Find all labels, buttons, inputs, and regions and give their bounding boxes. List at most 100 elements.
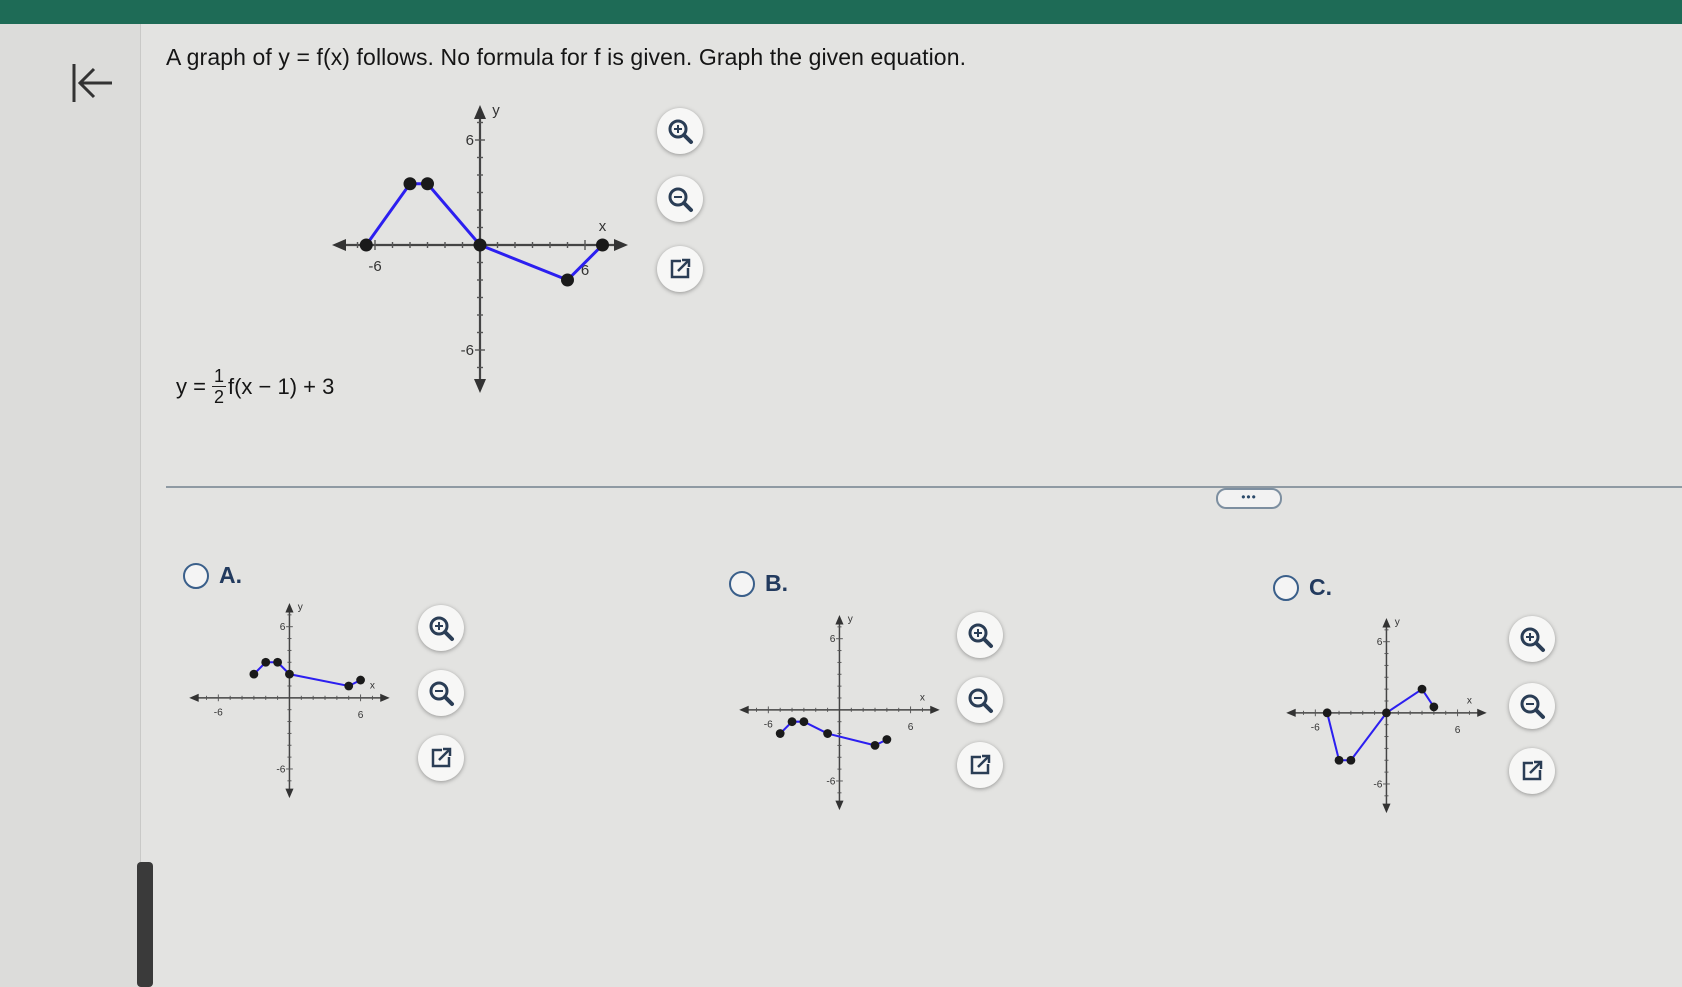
more-dots: ••• — [1241, 489, 1257, 504]
option-b[interactable]: B. — [729, 570, 788, 597]
graph-point — [473, 238, 487, 252]
open-external-icon — [670, 258, 691, 279]
graph-point — [403, 177, 417, 191]
graph-point — [261, 657, 271, 667]
option-c-radio[interactable] — [1273, 574, 1299, 601]
graph-point — [596, 238, 609, 252]
x-axis-arrow-left — [1286, 708, 1296, 717]
zoom-in-icon — [968, 623, 993, 648]
fraction-numerator: 1 — [211, 366, 226, 387]
graph-point — [870, 741, 880, 750]
graph-point — [249, 669, 259, 679]
zoom-out-icon — [1520, 694, 1545, 719]
graph-point — [823, 729, 832, 738]
option-c-graph: -6 6 6 -6 x y — [1286, 617, 1487, 814]
option-b-open-external-button[interactable] — [957, 742, 1003, 788]
y-tick-label-pos: 6 — [830, 634, 836, 645]
option-c[interactable]: C. — [1273, 574, 1332, 601]
back-to-start-icon[interactable] — [66, 58, 116, 108]
graph-curve — [1326, 687, 1435, 762]
x-tick-label-neg: -6 — [764, 719, 773, 730]
y-axis-arrow-up — [835, 615, 844, 625]
option-a-open-external-button[interactable] — [418, 735, 464, 781]
graph-point — [1346, 755, 1356, 765]
zoom-out-icon — [968, 688, 993, 713]
top-bar — [0, 0, 1682, 24]
x-axis-arrow-left — [332, 239, 346, 251]
graph-point — [1382, 708, 1391, 718]
option-a-zoom-in-button[interactable] — [418, 605, 464, 651]
option-c-zoom-out-button[interactable] — [1509, 683, 1555, 729]
option-c-label: C. — [1309, 574, 1332, 600]
option-b-graph: -6 6 6 -6 x y — [739, 614, 940, 811]
x-tick-label-neg: -6 — [1311, 722, 1320, 733]
x-tick-label-pos: 6 — [358, 710, 364, 721]
graph-point — [1429, 702, 1439, 712]
graph-point — [787, 717, 797, 727]
y-axis-arrow-down — [1382, 803, 1391, 814]
graph-point — [285, 669, 294, 679]
graph-point — [1322, 708, 1332, 718]
option-b-zoom-in-button[interactable] — [957, 612, 1003, 658]
x-axis-arrow-right — [380, 693, 390, 702]
graph-curve — [253, 661, 362, 688]
y-tick-label-neg: -6 — [276, 764, 285, 775]
x-axis-label: x — [599, 218, 607, 235]
x-axis-label: x — [370, 680, 375, 691]
equation-fraction: 1 2 — [211, 366, 226, 407]
equation-lhs: y = — [176, 373, 206, 399]
option-a-zoom-out-button[interactable] — [418, 670, 464, 716]
x-axis-arrow-right — [614, 239, 628, 251]
y-tick-label-pos: 6 — [466, 132, 474, 149]
graph-point — [273, 657, 282, 667]
graph-point — [1334, 755, 1344, 765]
zoom-in-icon — [429, 616, 454, 641]
equation-rest: f(x − 1) + 3 — [227, 373, 335, 399]
graph-point — [344, 681, 354, 691]
graph-point — [1417, 684, 1427, 694]
question-text: A graph of y = f(x) follows. No formula … — [166, 44, 967, 70]
option-a-label: A. — [219, 562, 242, 588]
y-tick-label-pos: 6 — [280, 622, 286, 633]
section-divider — [166, 486, 1682, 488]
y-axis-label: y — [848, 614, 854, 625]
graph-point — [775, 729, 785, 738]
option-b-zoom-out-button[interactable] — [957, 677, 1003, 723]
given-equation: y = 1 2 f(x − 1) + 3 — [176, 366, 334, 407]
zoom-out-icon — [429, 681, 454, 706]
x-axis-arrow-right — [1477, 708, 1487, 717]
option-c-zoom-in-button[interactable] — [1509, 616, 1555, 662]
option-a-radio[interactable] — [183, 562, 209, 589]
y-axis-label: y — [492, 102, 500, 119]
open-external-icon — [431, 747, 452, 768]
y-axis-arrow-up — [285, 603, 294, 613]
x-tick-label-neg: -6 — [368, 258, 381, 275]
fraction-denominator: 2 — [213, 387, 224, 407]
x-axis-arrow-left — [739, 705, 749, 714]
zoom-in-icon — [668, 119, 693, 144]
graph-curve — [365, 182, 604, 282]
y-axis-arrow-up — [1382, 618, 1391, 628]
x-axis-label: x — [920, 692, 925, 703]
scrollbar[interactable] — [137, 862, 153, 987]
zoom-out-icon — [668, 187, 693, 212]
y-axis-arrow-down — [835, 800, 844, 811]
main-zoom-out-button[interactable] — [657, 176, 703, 222]
option-c-open-external-button[interactable] — [1509, 748, 1555, 794]
show-more-button[interactable]: ••• — [1216, 488, 1282, 509]
y-axis-arrow-down — [474, 379, 486, 393]
main-zoom-in-button[interactable] — [657, 108, 703, 154]
option-a[interactable]: A. — [183, 562, 242, 589]
open-external-icon — [1522, 760, 1543, 781]
graph-point — [561, 273, 574, 287]
x-axis-arrow-left — [189, 693, 199, 702]
open-external-icon — [970, 754, 991, 775]
graph-point — [882, 735, 892, 744]
main-open-external-button[interactable] — [657, 246, 703, 292]
x-axis-label: x — [1467, 695, 1472, 706]
option-a-graph: -6 6 6 -6 x y — [189, 602, 390, 799]
y-tick-label-neg: -6 — [1373, 779, 1382, 790]
y-tick-label-neg: -6 — [461, 342, 474, 359]
x-tick-label-pos: 6 — [1455, 725, 1461, 736]
option-b-radio[interactable] — [729, 570, 755, 597]
